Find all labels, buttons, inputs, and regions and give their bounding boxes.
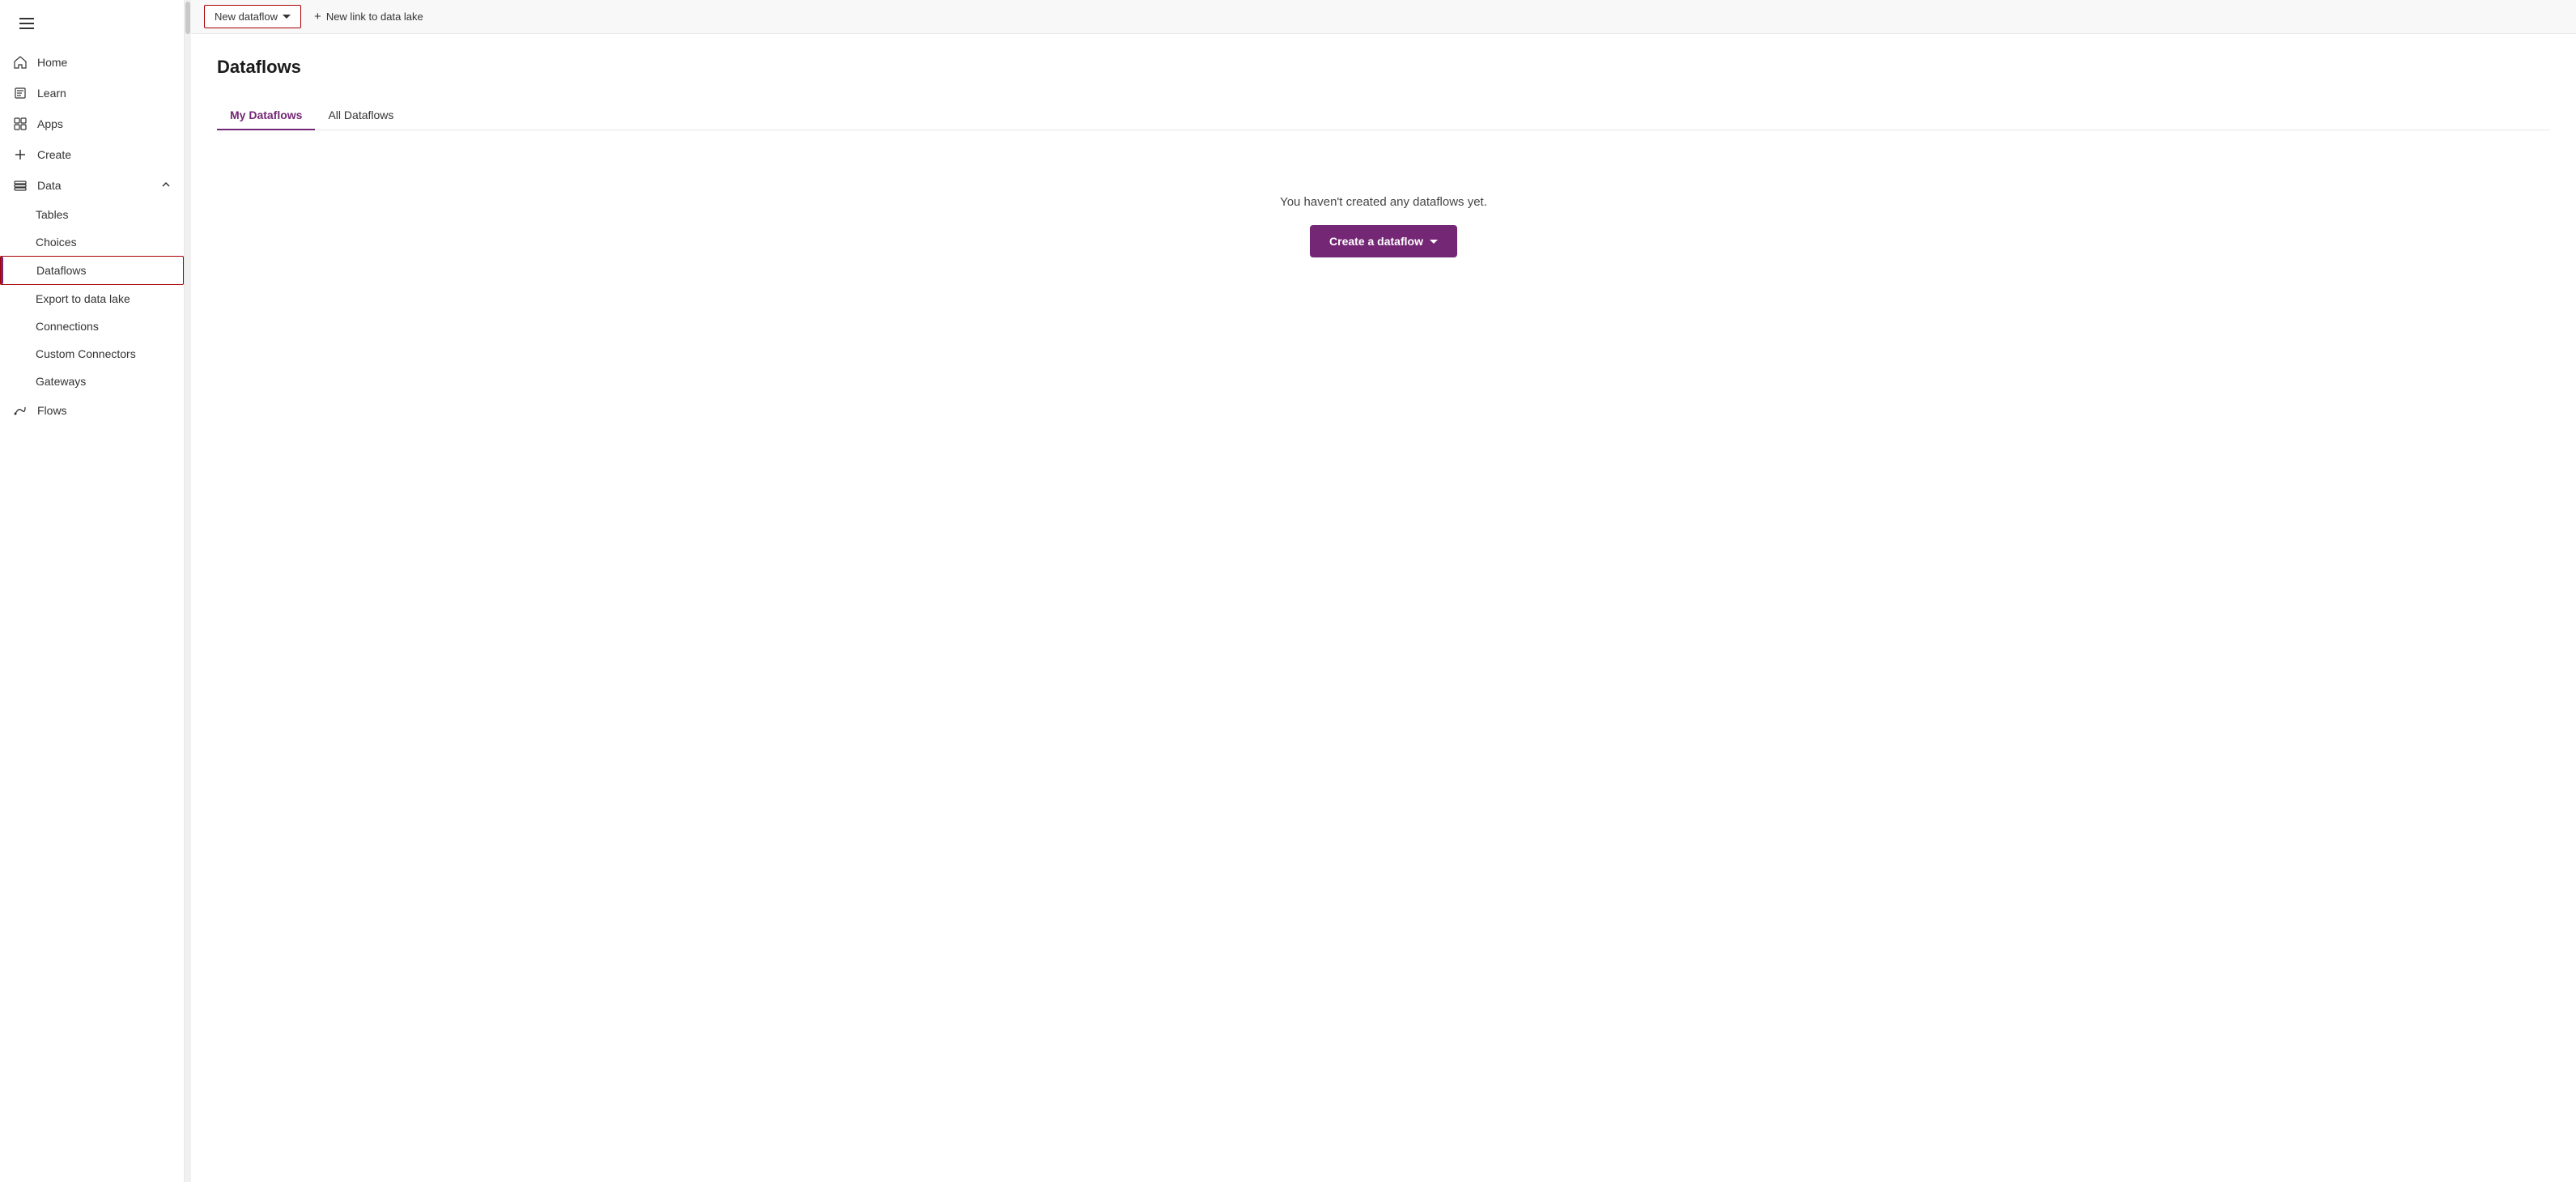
flows-label: Flows (37, 404, 67, 417)
content-area: Dataflows My Dataflows All Dataflows You… (191, 34, 2576, 1182)
scroll-track[interactable] (185, 0, 191, 1182)
sidebar-item-create[interactable]: Create (0, 139, 184, 170)
empty-state-text: You haven't created any dataflows yet. (1280, 195, 1487, 209)
dataflows-label: Dataflows (36, 264, 86, 277)
home-icon (13, 55, 28, 70)
sidebar-sub-item-custom-connectors[interactable]: Custom Connectors (0, 340, 184, 368)
create-dataflow-button[interactable]: Create a dataflow (1310, 225, 1457, 257)
my-dataflows-label: My Dataflows (230, 108, 302, 121)
page-title: Dataflows (217, 57, 2550, 78)
sidebar-sub-item-gateways[interactable]: Gateways (0, 368, 184, 395)
data-collapse-icon (161, 179, 171, 192)
hamburger-icon (13, 11, 40, 36)
new-link-label: New link to data lake (326, 11, 423, 23)
sidebar-sub-item-choices[interactable]: Choices (0, 228, 184, 256)
create-icon (13, 147, 28, 162)
apps-label: Apps (37, 117, 63, 130)
learn-icon (13, 86, 28, 100)
sidebar-sub-item-dataflows[interactable]: Dataflows (0, 256, 184, 285)
sidebar-item-apps[interactable]: Apps (0, 108, 184, 139)
sidebar-sub-item-connections[interactable]: Connections (0, 313, 184, 340)
apps-icon (13, 117, 28, 131)
menu-button[interactable] (0, 0, 184, 47)
gateways-label: Gateways (36, 375, 86, 388)
tab-my-dataflows[interactable]: My Dataflows (217, 100, 315, 130)
home-label: Home (37, 56, 67, 69)
tables-label: Tables (36, 208, 68, 221)
sidebar-item-data[interactable]: Data (0, 170, 184, 201)
scroll-thumb[interactable] (185, 2, 190, 34)
create-dataflow-label: Create a dataflow (1329, 235, 1423, 248)
sidebar-item-home[interactable]: Home (0, 47, 184, 78)
all-dataflows-label: All Dataflows (328, 108, 393, 121)
connections-label: Connections (36, 320, 99, 333)
create-dataflow-chevron-icon (1430, 240, 1438, 244)
choices-label: Choices (36, 236, 77, 249)
data-label: Data (37, 179, 62, 192)
plus-icon: + (314, 10, 321, 23)
data-icon (13, 178, 28, 193)
sidebar-item-flows[interactable]: Flows (0, 395, 184, 426)
flows-icon (13, 403, 28, 418)
new-dataflow-chevron-icon (283, 15, 291, 19)
toolbar: New dataflow + New link to data lake (191, 0, 2576, 34)
new-dataflow-label: New dataflow (215, 11, 278, 23)
custom-connectors-label: Custom Connectors (36, 347, 136, 360)
learn-label: Learn (37, 87, 66, 100)
create-label: Create (37, 148, 71, 161)
sidebar-sub-item-tables[interactable]: Tables (0, 201, 184, 228)
new-link-button[interactable]: + New link to data lake (304, 5, 433, 28)
sidebar-sub-item-export[interactable]: Export to data lake (0, 285, 184, 313)
sidebar: Home Learn Apps (0, 0, 185, 1182)
main-area: New dataflow + New link to data lake Dat… (191, 0, 2576, 1182)
sidebar-item-learn[interactable]: Learn (0, 78, 184, 108)
tab-all-dataflows[interactable]: All Dataflows (315, 100, 406, 130)
export-label: Export to data lake (36, 292, 130, 305)
new-dataflow-button[interactable]: New dataflow (204, 5, 301, 28)
tabs: My Dataflows All Dataflows (217, 100, 2550, 130)
empty-state: You haven't created any dataflows yet. C… (217, 195, 2550, 257)
